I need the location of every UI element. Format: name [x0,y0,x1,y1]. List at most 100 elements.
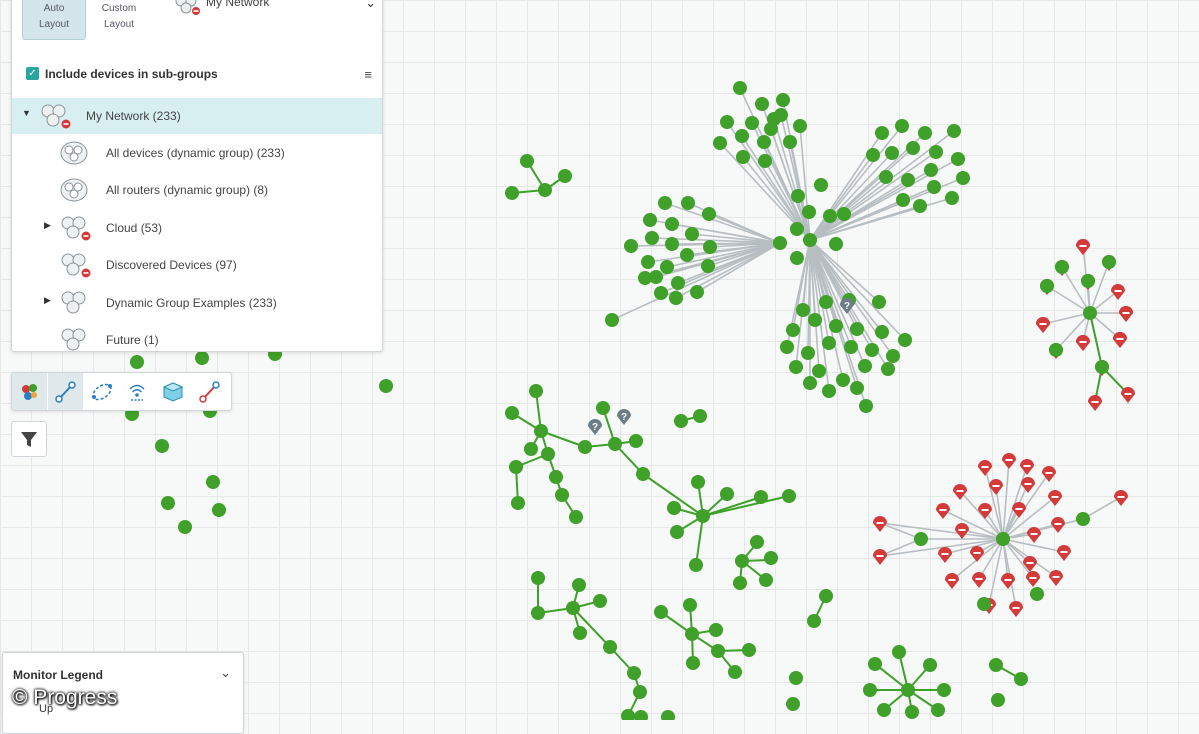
device-node-up[interactable] [901,173,915,187]
device-node-up[interactable] [858,359,872,373]
device-node-up[interactable] [812,364,826,378]
device-node-up[interactable] [819,589,833,603]
device-node-up[interactable] [538,183,552,197]
device-node-up[interactable] [868,657,882,671]
device-node-up[interactable] [755,97,769,111]
device-node-up[interactable] [913,199,927,213]
device-node-up[interactable] [865,343,879,357]
device-node-up[interactable] [596,401,610,415]
device-node-down[interactable] [1027,527,1041,543]
device-node-up[interactable] [895,119,909,133]
device-node-down[interactable] [938,547,952,563]
device-node-up[interactable] [1083,306,1097,320]
tree-item[interactable]: ▼ My Network (233) [12,98,382,134]
device-node-up[interactable] [759,573,773,587]
device-node-up[interactable] [711,644,725,658]
device-node-up[interactable] [951,152,965,166]
device-node-unknown[interactable]: ? [617,409,631,425]
device-node-up[interactable] [379,379,393,393]
device-node-down[interactable] [978,460,992,476]
device-node-up[interactable] [892,645,906,659]
device-node-up[interactable] [720,487,734,501]
tree-item[interactable]: All devices (dynamic group) (233) [12,135,382,171]
tree-item[interactable]: ▶ Cloud (53) [12,210,382,246]
device-status-button[interactable] [12,373,47,410]
device-node-down[interactable] [1088,395,1102,411]
device-node-down[interactable] [1051,517,1065,533]
device-node-up[interactable] [844,340,858,354]
device-node-down[interactable] [1049,570,1063,586]
device-node-up[interactable] [665,217,679,231]
device-node-up[interactable] [754,490,768,504]
device-node-up[interactable] [896,193,910,207]
device-node-up[interactable] [658,196,672,210]
device-node-up[interactable] [654,605,668,619]
device-node-up[interactable] [608,437,622,451]
device-node-up[interactable] [783,135,797,149]
device-node-up[interactable] [558,169,572,183]
device-node-down[interactable] [1002,453,1016,469]
device-node-down[interactable] [1023,556,1037,572]
device-node-up[interactable] [836,373,850,387]
collapse-arrow-icon[interactable]: ▼ [22,108,31,118]
device-node-up[interactable] [660,260,674,274]
device-node-up[interactable] [669,291,683,305]
device-node-up[interactable] [566,601,580,615]
device-node-up[interactable] [881,362,895,376]
device-node-up[interactable] [780,340,794,354]
device-node-up[interactable] [178,520,192,534]
device-node-up[interactable] [875,126,889,140]
connection-view-button[interactable] [48,373,83,410]
device-node-up[interactable] [667,501,681,515]
device-node-up[interactable] [736,150,750,164]
device-node-up[interactable] [837,207,851,221]
device-node-down[interactable] [1076,335,1090,351]
device-node-up[interactable] [696,509,710,523]
device-node-down[interactable] [1114,490,1128,506]
device-node-up[interactable] [901,683,915,697]
device-node-down[interactable] [1036,317,1050,333]
device-node-up[interactable] [728,665,742,679]
device-node-up[interactable] [520,154,534,168]
device-node-up[interactable] [977,597,991,611]
device-node-up[interactable] [789,671,803,685]
device-node-up[interactable] [572,578,586,592]
device-node-up[interactable] [713,136,727,150]
device-node-up[interactable] [789,360,803,374]
device-node-up[interactable] [742,643,756,657]
device-node-up[interactable] [573,626,587,640]
device-node-up[interactable] [918,126,932,140]
device-node-up[interactable] [875,325,889,339]
device-node-up[interactable] [808,313,822,327]
device-node-up[interactable] [643,213,657,227]
device-node-up[interactable] [791,189,805,203]
expand-arrow-icon[interactable]: ▶ [44,220,51,231]
device-node-down[interactable] [1048,490,1062,506]
device-node-up[interactable] [689,558,703,572]
device-node-up[interactable] [645,231,659,245]
device-node-up[interactable] [886,349,900,363]
device-node-up[interactable] [1014,672,1028,686]
device-node-up[interactable] [155,439,169,453]
device-node-down[interactable] [1020,459,1034,475]
device-node-up[interactable] [803,376,817,390]
device-node-down[interactable] [945,573,959,589]
device-node-up[interactable] [991,693,1005,707]
tree-item[interactable]: Future (1) [12,322,382,351]
device-node-up[interactable] [927,180,941,194]
device-node-up[interactable] [206,475,220,489]
device-node-up[interactable] [823,209,837,223]
device-node-up[interactable] [735,554,749,568]
device-node-up[interactable] [1076,512,1090,526]
device-node-up[interactable] [534,424,548,438]
device-node-up[interactable] [665,237,679,251]
device-node-up[interactable] [782,489,796,503]
device-node-up[interactable] [735,129,749,143]
device-node-up[interactable] [956,171,970,185]
device-node-up[interactable] [764,551,778,565]
list-options-icon[interactable]: ≡ [364,67,372,82]
device-node-down[interactable] [1113,332,1127,348]
device-node-up[interactable] [511,496,525,510]
device-node-up[interactable] [161,496,175,510]
device-node-up[interactable] [569,510,583,524]
